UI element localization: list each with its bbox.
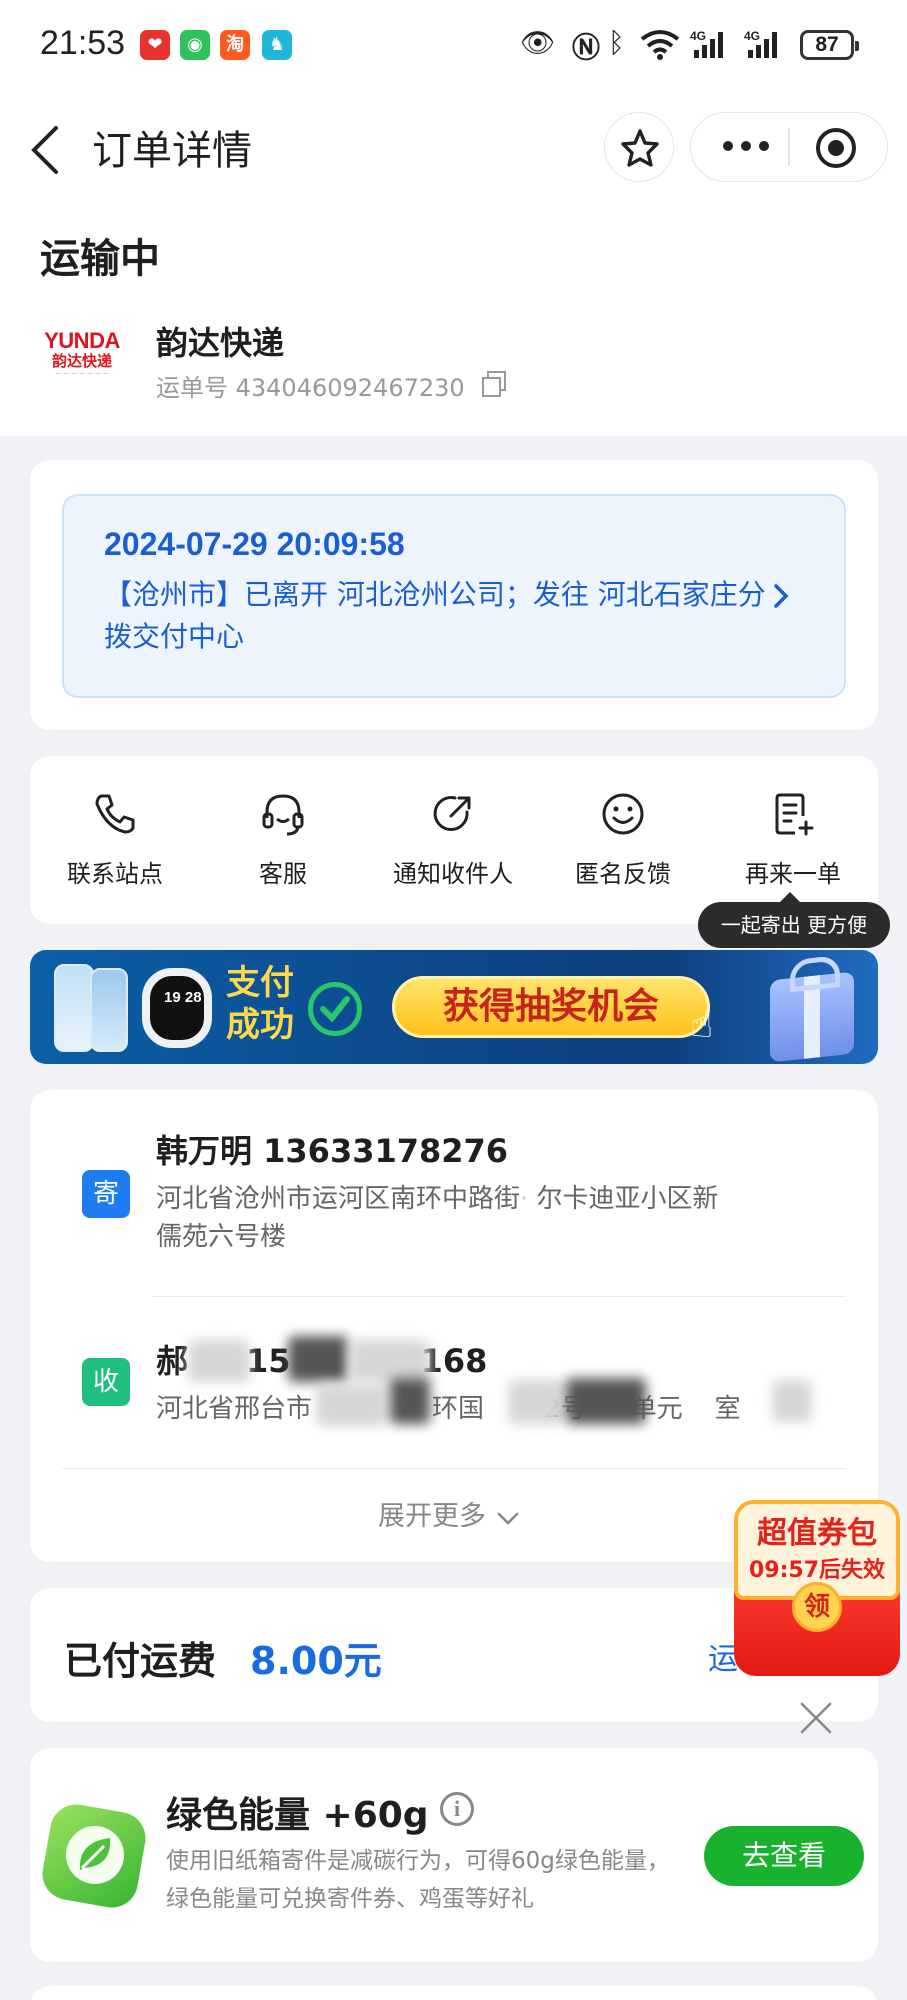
reorder-tooltip: 一起寄出 更方便 — [698, 892, 890, 948]
redaction-blur — [508, 1380, 564, 1424]
anonymous-feedback-button[interactable]: 匿名反馈 — [538, 790, 708, 889]
redaction-blur — [188, 1340, 250, 1382]
status-time: 21:53 — [40, 24, 126, 62]
next-card — [30, 1986, 878, 2000]
smile-icon — [602, 793, 644, 835]
claim-button[interactable]: 领 — [792, 1582, 842, 1632]
action-label: 通知收件人 — [393, 860, 513, 888]
receiver-address: 河北省邢台市环国2号单元室 — [156, 1394, 741, 1424]
action-label: 再来一单 — [745, 860, 841, 888]
wifi-icon — [640, 30, 680, 60]
redaction-blur — [350, 1340, 430, 1382]
back-arrow-icon[interactable] — [26, 120, 66, 180]
watch-image: 19 28 — [142, 968, 212, 1048]
waybill-number: 运单号 434046092467230 — [156, 374, 465, 402]
customer-service-button[interactable]: 客服 — [198, 790, 368, 889]
nfc-icon: Ⓝ — [572, 31, 601, 64]
eye-icon: 👁 — [520, 26, 556, 59]
redaction-blur — [316, 1384, 386, 1426]
coupon-pack-float[interactable]: 超值券包 09:57后失效 领 — [734, 1500, 900, 1678]
leaf-icon — [66, 1826, 124, 1884]
wechat-icon: ◉ — [180, 30, 210, 60]
share-arrow-icon — [433, 796, 471, 831]
reorder-icon — [775, 793, 814, 836]
redaction-blur — [566, 1378, 646, 1424]
redaction-blur — [772, 1380, 812, 1422]
banner-pay-text: 支付 成功 — [226, 963, 294, 1045]
notify-recipient-button[interactable]: 通知收件人 — [368, 790, 538, 889]
tracking-text: 【沧州市】已离开 河北沧州公司；发往 河北石家庄分拨交付中心 — [104, 578, 766, 653]
sender-badge: 寄 — [82, 1170, 130, 1218]
taobao-icon: 淘 — [220, 30, 250, 60]
lottery-cta: 获得抽奖机会 — [392, 976, 710, 1038]
close-miniapp-icon[interactable] — [814, 126, 858, 170]
order-status: 运输中 — [40, 236, 160, 282]
camel-icon: ♞ — [262, 30, 292, 60]
expand-more-button[interactable]: 展开更多 — [378, 1494, 521, 1533]
favorite-button[interactable] — [604, 112, 674, 182]
energy-description: 使用旧纸箱寄件是减碳行为，可得60g绿色能量，绿色能量可兑换寄件券、鸡蛋等好礼 — [166, 1848, 670, 1912]
close-icon[interactable] — [798, 1700, 834, 1736]
logo-text-cn: 韵达快递 — [51, 352, 112, 370]
divider — [152, 1296, 846, 1297]
app-red-icon: ❤ — [140, 30, 170, 60]
redaction-blur — [288, 1336, 348, 1382]
fee-value: 8.00元 — [250, 1639, 382, 1683]
coupon-countdown: 09:57后失效 — [748, 1558, 886, 1583]
logo-text-en: YUNDA — [44, 328, 120, 353]
action-label: 匿名反馈 — [575, 860, 671, 888]
svg-text:4G: 4G — [744, 29, 760, 43]
more-icon[interactable] — [718, 134, 774, 158]
yunda-logo: YUNDA 韵达快递 — — — — — — — — [38, 330, 126, 382]
energy-title: 绿色能量 +60g — [166, 1795, 429, 1836]
action-label: 联系站点 — [67, 860, 163, 888]
status-bar: 21:53 ❤ ◉ 淘 ♞ 👁 Ⓝ ᛒ 4G 4G 87 — [0, 0, 907, 92]
promo-banner[interactable]: 19 28 支付 成功 获得抽奖机会 ☝ — [30, 950, 878, 1064]
chevron-down-icon — [497, 1512, 518, 1525]
divider — [62, 1468, 846, 1469]
phone-icon — [95, 794, 135, 834]
action-label: 客服 — [259, 860, 307, 888]
signal-4g-icon: 4G — [690, 29, 723, 58]
capsule-divider — [788, 128, 790, 166]
view-energy-button[interactable]: 去查看 — [704, 1826, 864, 1886]
pointer-hand-icon: ☝ — [690, 1002, 714, 1046]
fee-label: 已付运费 — [64, 1639, 217, 1683]
sender-name-phone: 韩万明 13633178276 — [156, 1132, 509, 1170]
gift-box-icon — [770, 971, 854, 1063]
receiver-badge: 收 — [82, 1358, 130, 1406]
svg-text:4G: 4G — [690, 29, 706, 43]
info-icon[interactable]: i — [440, 1792, 474, 1826]
page-title: 订单详情 — [92, 128, 252, 174]
copy-icon[interactable] — [480, 370, 508, 398]
sender-address: 河北省沧州市运河区南环中路街· 尔卡迪亚小区新 儒苑六号楼 — [156, 1184, 719, 1252]
battery-indicator: 87 — [800, 30, 859, 60]
watch-time: 19 28 — [164, 989, 202, 1006]
star-icon — [621, 129, 659, 167]
phone-image — [90, 968, 128, 1052]
check-icon — [308, 982, 362, 1036]
contact-station-button[interactable]: 联系站点 — [30, 790, 200, 889]
courier-name: 韵达快递 — [156, 324, 285, 362]
redaction-blur — [390, 1378, 430, 1424]
headset-icon — [262, 794, 304, 836]
signal-4g-icon: 4G — [744, 29, 777, 58]
reorder-button[interactable]: 再来一单 — [708, 790, 878, 889]
phone-image — [54, 964, 94, 1052]
coupon-title: 超值券包 — [757, 1516, 877, 1551]
bluetooth-icon: ᛒ — [608, 26, 625, 59]
tracking-datetime: 2024-07-29 20:09:58 — [104, 526, 405, 562]
chevron-right-icon[interactable] — [770, 578, 794, 614]
